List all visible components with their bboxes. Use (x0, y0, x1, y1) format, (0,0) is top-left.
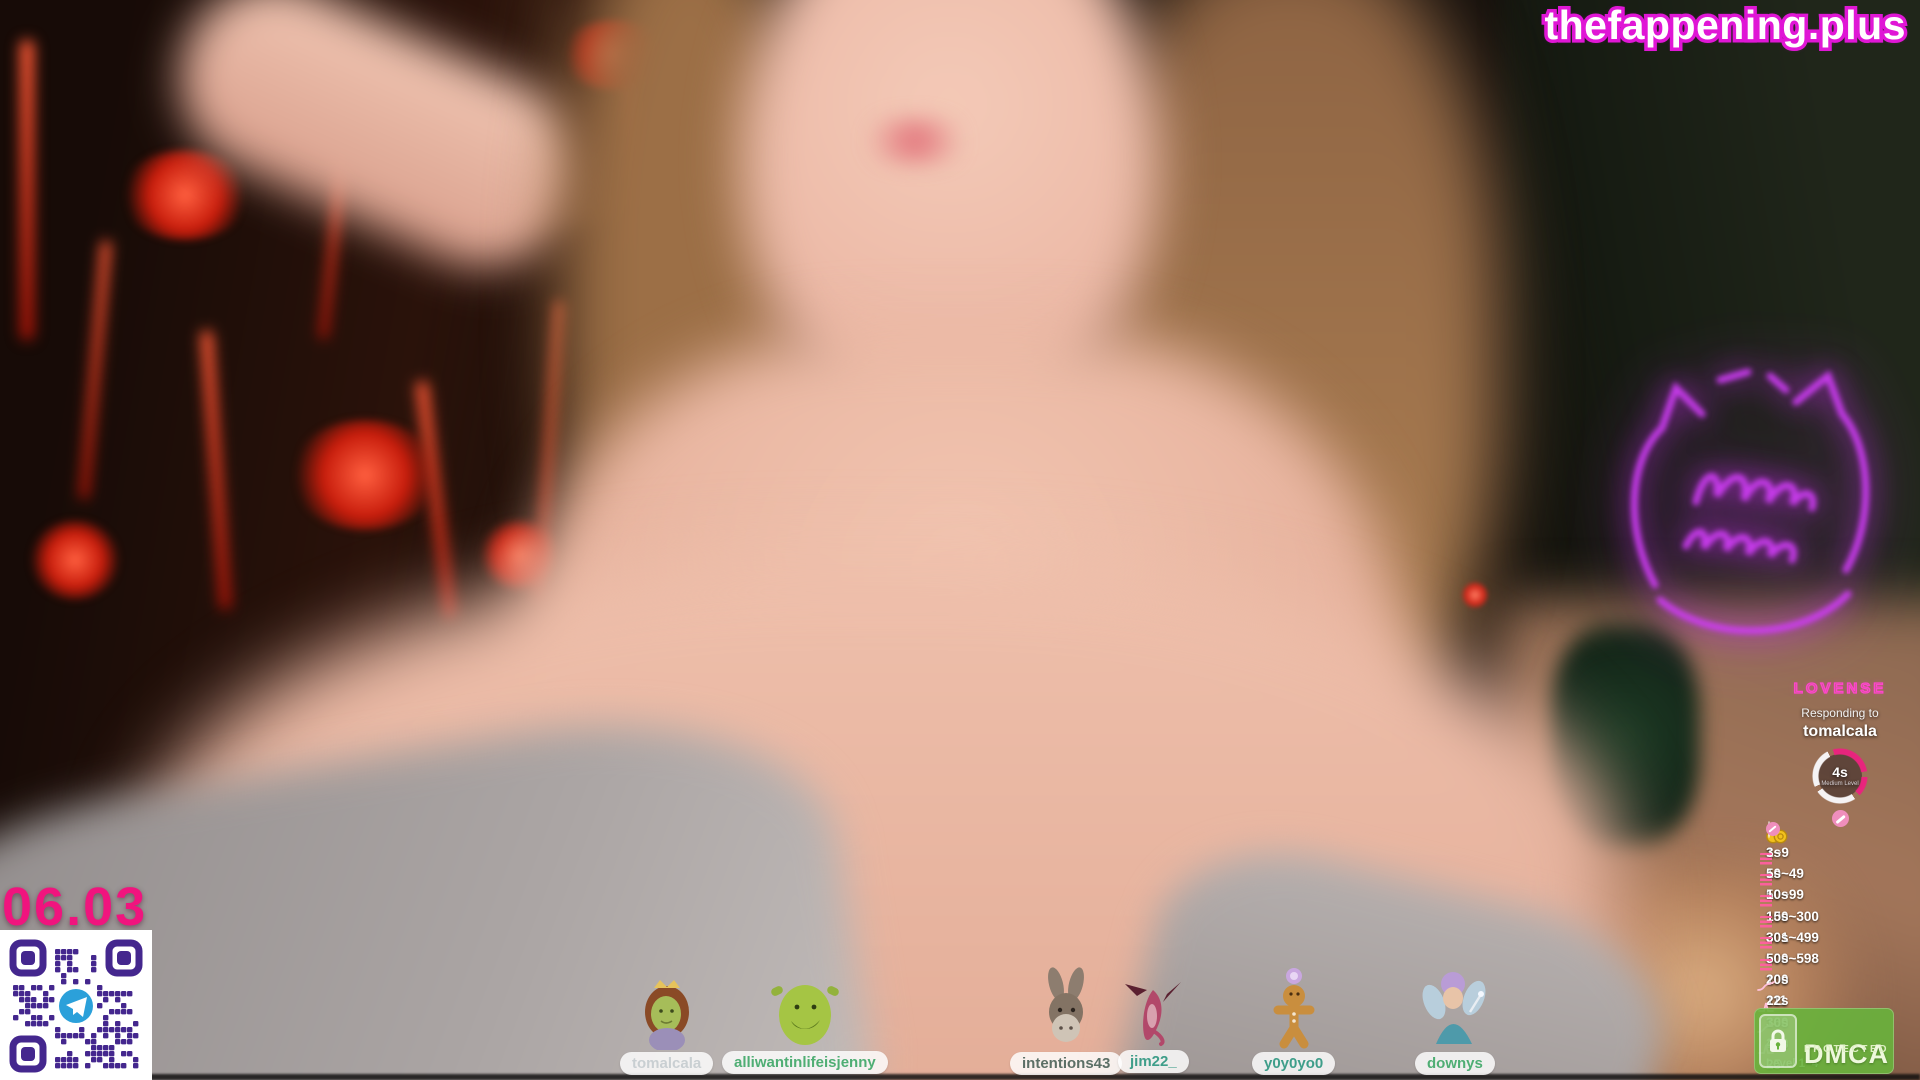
dmca-protected-badge[interactable]: DMCA PROTECTED (1754, 1008, 1894, 1074)
site-watermark: thefappening.plus (1544, 2, 1906, 49)
username-pill[interactable]: downys (1415, 1052, 1495, 1075)
avatar-gingerbread-man-icon (1266, 966, 1322, 1050)
avatar-shrek-icon (767, 975, 843, 1049)
chat-user: y0y0yo0 (1252, 966, 1335, 1075)
username-pill[interactable]: intentions43 (1010, 1052, 1122, 1075)
scene-lips-blur (855, 118, 975, 164)
dmca-subtitle: PROTECTED (1804, 1045, 1889, 1055)
chat-user: jim22_ (1118, 978, 1189, 1073)
username-pill[interactable]: y0y0yo0 (1252, 1052, 1335, 1075)
timer-value: 4s (1812, 764, 1868, 780)
padlock-icon (1759, 1014, 1797, 1068)
scene-tinsel-streak (20, 40, 34, 340)
username-pill[interactable]: tomalcala (620, 1052, 713, 1075)
chat-user: tomalcala (620, 978, 713, 1075)
avatar-fiona-icon (634, 978, 700, 1050)
scene-red-bokeh (120, 150, 250, 240)
tip-menu-row: 38 10~50s ❋ (1766, 1075, 1912, 1080)
vibration-timer-ring: 4s Medium Level (1812, 748, 1868, 804)
tip-menu-header (1766, 816, 1912, 842)
tip-menu-row: 10~49 5s (1766, 863, 1912, 884)
scene-red-bokeh (290, 420, 440, 530)
scene-red-dot (1462, 582, 1488, 608)
chat-user: downys (1415, 968, 1495, 1075)
chat-user: intentions43 (1010, 966, 1122, 1075)
username-pill[interactable]: alliwantinlifeisjenny (722, 1051, 888, 1074)
date-overlay: 06.03 (2, 876, 147, 938)
telegram-icon (59, 989, 93, 1023)
avatar-fairy-godmother-icon (1420, 968, 1490, 1050)
timer-sublabel: Medium Level (1812, 781, 1868, 787)
lovense-logo: LOVENSE (1794, 680, 1887, 697)
lovense-widget: LOVENSE Responding to tomalcala 4s Mediu… (1764, 680, 1916, 827)
avatar-donkey-icon (1034, 966, 1098, 1050)
qr-code[interactable] (0, 930, 152, 1080)
username-pill[interactable]: jim22_ (1118, 1050, 1189, 1073)
tip-menu-row: 100 20s (1766, 969, 1912, 990)
tip-menu-row: 100~300 15s (1766, 906, 1912, 927)
responding-label: Responding to (1801, 706, 1878, 720)
chat-user: alliwantinlifeisjenny (722, 975, 888, 1074)
scene-bottom-edge (0, 1074, 1920, 1080)
scene-red-bokeh (30, 520, 120, 600)
tip-menu-row: 1~9 3s (1766, 842, 1912, 863)
responding-username: tomalcala (1803, 723, 1877, 741)
tip-menu-row: 301~499 30s (1766, 927, 1912, 948)
tip-menu-row: 500~598 50s (1766, 948, 1912, 969)
toy-icon (1766, 822, 1780, 836)
video-frame: thefappening.plus 06.03 LOVENSE Respondi… (0, 0, 1920, 1080)
tip-menu-row: 50~99 10s (1766, 884, 1912, 905)
avatar-dragon-icon (1123, 978, 1183, 1048)
scene-neon-sign (1600, 350, 1900, 670)
